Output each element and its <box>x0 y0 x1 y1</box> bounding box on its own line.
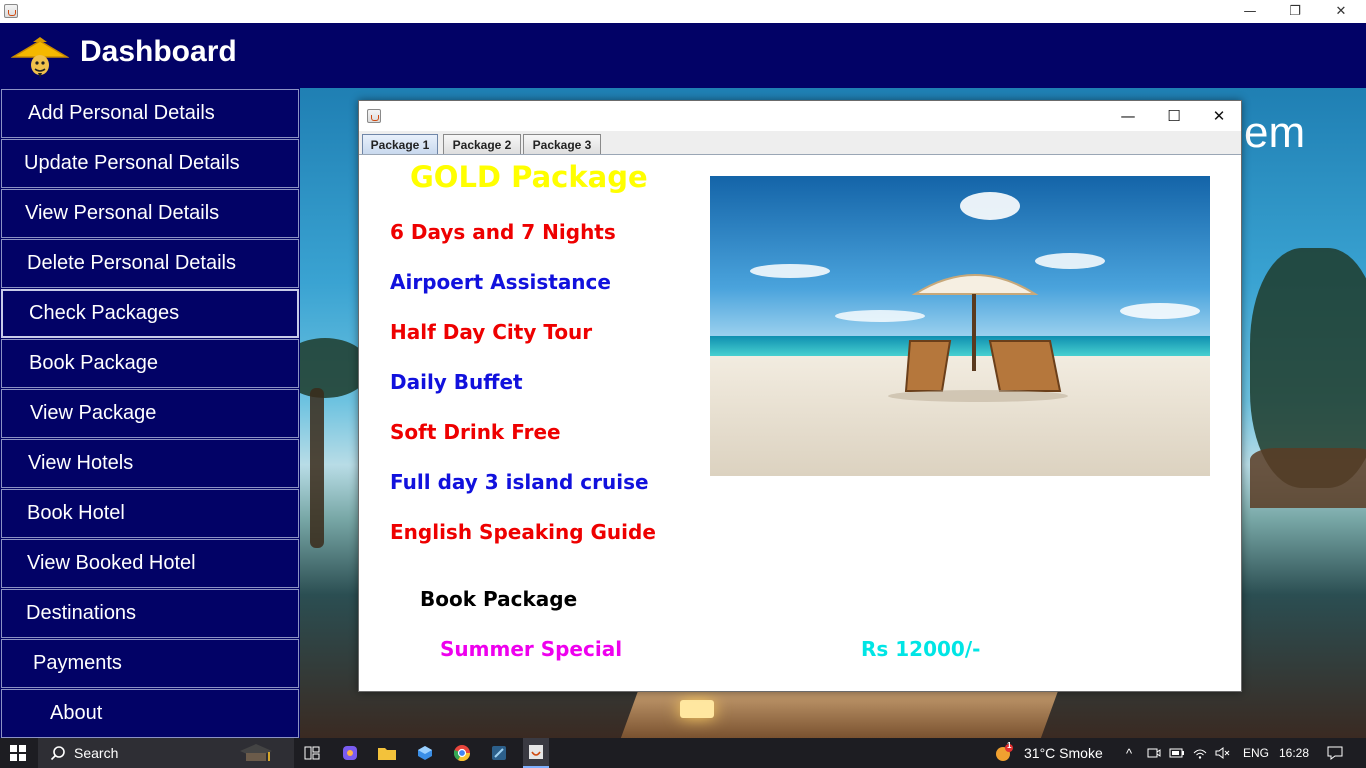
search-label: Search <box>74 745 119 761</box>
volume-muted-icon[interactable] <box>1213 738 1233 768</box>
logo-icon <box>11 37 69 78</box>
app-cube-icon[interactable] <box>413 738 437 768</box>
sidebar-item-book-hotel[interactable]: Book Hotel <box>1 489 299 538</box>
feature-item: Soft Drink Free <box>390 420 561 444</box>
copilot-icon[interactable] <box>338 738 362 768</box>
sidebar-item-add-personal-details[interactable]: Add Personal Details <box>1 89 299 138</box>
feature-item: Daily Buffet <box>390 370 523 394</box>
sidebar-item-check-packages[interactable]: Check Packages <box>1 289 299 338</box>
hut-roof <box>1250 448 1366 508</box>
feature-item: Half Day City Tour <box>390 320 593 344</box>
sidebar-item-about[interactable]: About <box>1 689 299 738</box>
package-tabs: Package 1 Package 2 Package 3 <box>359 131 1241 155</box>
weather-icon[interactable]: 1 <box>992 738 1016 768</box>
sidebar-item-view-personal-details[interactable]: View Personal Details <box>1 189 299 238</box>
sidebar-item-book-package[interactable]: Book Package <box>1 339 299 388</box>
package-window: — ☐ ✕ Package 1 Package 2 Package 3 GOLD… <box>358 100 1242 692</box>
language-indicator[interactable]: ENG <box>1238 738 1274 768</box>
lamp <box>680 700 714 718</box>
sidebar-item-view-hotels[interactable]: View Hotels <box>1 439 299 488</box>
tab-package-1[interactable]: Package 1 <box>362 134 438 154</box>
sidebar: Add Personal Details Update Personal Det… <box>0 88 300 738</box>
chrome-icon[interactable] <box>450 738 474 768</box>
special-label: Summer Special <box>440 637 623 661</box>
feature-item: Full day 3 island cruise <box>390 470 649 494</box>
minimize-button[interactable]: — <box>1105 101 1151 131</box>
notification-icon[interactable] <box>1320 738 1350 768</box>
page-title: Dashboard <box>80 35 237 68</box>
battery-icon[interactable] <box>1167 738 1187 768</box>
restore-button[interactable]: ❐ <box>1272 0 1318 23</box>
maximize-button[interactable]: ☐ <box>1151 101 1197 131</box>
sidebar-item-delete-personal-details[interactable]: Delete Personal Details <box>1 239 299 288</box>
sidebar-item-update-personal-details[interactable]: Update Personal Details <box>1 139 299 188</box>
minimize-button[interactable]: — <box>1227 0 1273 23</box>
sidebar-item-destinations[interactable]: Destinations <box>1 589 299 638</box>
feature-item: English Speaking Guide <box>390 520 656 544</box>
clock[interactable]: 16:28 <box>1274 738 1314 768</box>
java-app-icon <box>4 4 18 18</box>
sidebar-item-view-package[interactable]: View Package <box>1 389 299 438</box>
package-price: Rs 12000/- <box>861 637 981 661</box>
tab-package-2[interactable]: Package 2 <box>443 134 521 154</box>
feature-item: 6 Days and 7 Nights <box>390 220 616 244</box>
java-app-icon <box>367 109 381 123</box>
dashboard-header: Dashboard <box>0 23 1366 88</box>
package-content: GOLD Package 6 Days and 7 Nights Airpoer… <box>359 156 1241 691</box>
package-title: GOLD Package <box>410 160 648 194</box>
task-view-icon[interactable] <box>300 738 324 768</box>
search-icon <box>50 746 65 761</box>
tab-package-3[interactable]: Package 3 <box>523 134 601 154</box>
java-app-taskbar-icon[interactable] <box>523 738 549 768</box>
chevron-up-icon[interactable]: ^ <box>1120 738 1138 768</box>
close-button[interactable]: ✕ <box>1196 101 1242 131</box>
background-text: em <box>1244 108 1306 157</box>
windows-start-icon[interactable] <box>0 738 36 768</box>
sidebar-item-payments[interactable]: Payments <box>1 639 299 688</box>
book-package-button[interactable]: Book Package <box>420 587 577 611</box>
netbeans-icon[interactable] <box>487 738 511 768</box>
outer-titlebar: — ❐ ✕ <box>0 0 1366 23</box>
sidebar-item-view-booked-hotel[interactable]: View Booked Hotel <box>1 539 299 588</box>
taskbar: Search 1 31°C Smoke ^ ENG 16:28 <box>0 738 1366 768</box>
close-button[interactable]: ✕ <box>1318 0 1364 23</box>
beach-image <box>710 176 1210 476</box>
weather-text[interactable]: 31°C Smoke <box>1024 738 1108 768</box>
weather-badge: 1 <box>1007 741 1012 750</box>
camera-icon[interactable] <box>1144 738 1164 768</box>
wifi-icon[interactable] <box>1190 738 1210 768</box>
feature-item: Airpoert Assistance <box>390 270 611 294</box>
taskbar-search[interactable]: Search <box>38 738 294 768</box>
package-window-titlebar: — ☐ ✕ <box>359 101 1241 131</box>
palm-trunk <box>310 388 324 548</box>
file-explorer-icon[interactable] <box>375 738 399 768</box>
graduation-cap-icon <box>240 744 273 761</box>
